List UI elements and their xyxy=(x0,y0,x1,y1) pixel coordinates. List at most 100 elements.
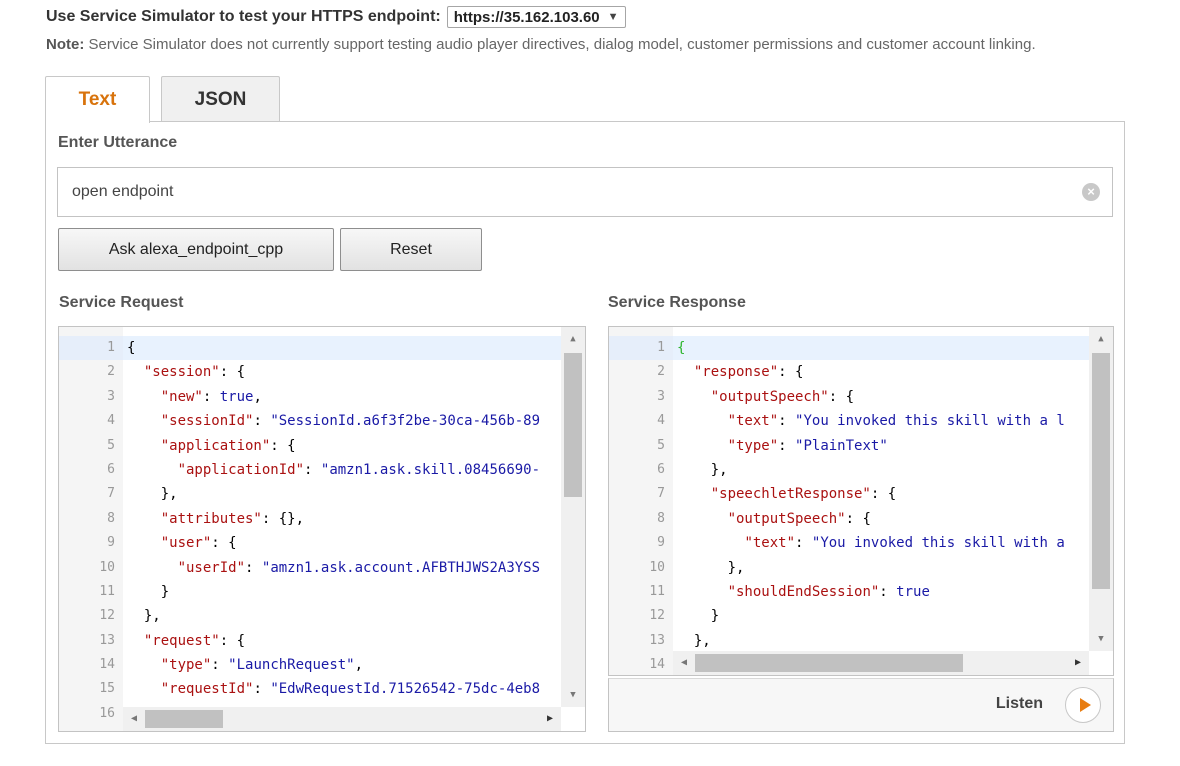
code-line: 6 "applicationId": "amzn1.ask.skill.0845… xyxy=(59,458,585,482)
line-number: 13 xyxy=(99,632,115,648)
code-text: "speechletResponse": { xyxy=(710,486,897,503)
code-text: "outputSpeech": { xyxy=(727,510,871,527)
line-number: 3 xyxy=(657,388,665,404)
code-text: "application": { xyxy=(160,437,296,454)
line-number: 4 xyxy=(657,413,665,429)
code-text: "applicationId": "amzn1.ask.skill.084566… xyxy=(177,461,541,478)
code-text: } xyxy=(127,583,170,600)
scroll-down-icon[interactable]: ▼ xyxy=(1089,629,1113,649)
utterance-input[interactable]: open endpoint × xyxy=(57,167,1113,217)
line-number: 12 xyxy=(649,608,665,624)
line-number: 3 xyxy=(107,388,115,404)
code-line: 14 "type": "LaunchRequest", xyxy=(59,653,585,677)
line-number: 8 xyxy=(657,510,665,526)
listen-button[interactable] xyxy=(1065,687,1101,723)
scroll-up-icon[interactable]: ▲ xyxy=(1089,329,1113,349)
code-line: 6 }, xyxy=(609,458,1113,482)
reset-button[interactable]: Reset xyxy=(340,228,482,271)
horizontal-scrollbar[interactable]: ◀ ▶ xyxy=(673,651,1089,675)
code-line: 15 "requestId": "EdwRequestId.71526542-7… xyxy=(59,677,585,701)
vertical-scrollbar[interactable]: ▲ ▼ xyxy=(561,327,585,707)
code-text: }, xyxy=(127,608,161,625)
code-line: 5 "application": { xyxy=(59,434,585,458)
code-line: 4 "sessionId": "SessionId.a6f3f2be-30ca-… xyxy=(59,409,585,433)
scroll-right-icon[interactable]: ▶ xyxy=(541,707,559,731)
code-text: "outputSpeech": { xyxy=(710,388,855,405)
line-number: 16 xyxy=(99,705,115,721)
listen-bar: Listen xyxy=(608,678,1114,732)
service-request-label: Service Request xyxy=(59,294,184,311)
scroll-thumb[interactable] xyxy=(695,654,963,672)
line-number: 4 xyxy=(107,413,115,429)
code-text: "type": "LaunchRequest", xyxy=(160,657,364,674)
scroll-thumb[interactable] xyxy=(564,353,582,497)
service-response-label: Service Response xyxy=(608,294,746,311)
code-line: 11 } xyxy=(59,580,585,604)
line-number: 15 xyxy=(99,681,115,697)
code-text: }, xyxy=(677,632,711,649)
endpoint-selected-value: https://35.162.103.60 xyxy=(453,8,600,26)
line-number: 6 xyxy=(107,461,115,477)
line-number: 14 xyxy=(99,657,115,673)
note-body: Service Simulator does not currently sup… xyxy=(84,36,1036,53)
code-line: 3 "new": true, xyxy=(59,385,585,409)
code-line: 13 "request": { xyxy=(59,629,585,653)
code-text: "requestId": "EdwRequestId.71526542-75dc… xyxy=(160,681,541,698)
service-request-editor[interactable]: 1{2 "session": {3 "new": true, 4 "session… xyxy=(58,326,586,732)
code-text: "new": true, xyxy=(160,388,262,405)
code-line: 5 "type": "PlainText" xyxy=(609,434,1113,458)
code-line: 11 "shouldEndSession": true xyxy=(609,580,1113,604)
line-number: 1 xyxy=(609,336,673,361)
code-line: 1{ xyxy=(609,336,1113,361)
line-number: 13 xyxy=(649,632,665,648)
line-number: 8 xyxy=(107,510,115,526)
code-line: 10 }, xyxy=(609,556,1113,580)
code-line: 7 "speechletResponse": { xyxy=(609,482,1113,506)
scroll-corner xyxy=(1089,651,1113,675)
listen-label: Listen xyxy=(995,695,1043,712)
horizontal-scrollbar[interactable]: ◀ ▶ xyxy=(123,707,561,731)
code-text: "sessionId": "SessionId.a6f3f2be-30ca-45… xyxy=(160,413,541,430)
code-line: 2 "session": { xyxy=(59,360,585,384)
code-lines: 1{2 "response": {3 "outputSpeech": {4 "t… xyxy=(609,336,1113,675)
code-text: "request": { xyxy=(143,632,246,649)
tab-json[interactable]: JSON xyxy=(161,76,280,122)
scroll-left-icon[interactable]: ◀ xyxy=(125,707,143,731)
clear-circle-icon[interactable]: × xyxy=(1082,183,1100,201)
scroll-left-icon[interactable]: ◀ xyxy=(675,651,693,675)
line-number: 6 xyxy=(657,461,665,477)
endpoint-row: Use Service Simulator to test your HTTPS… xyxy=(46,6,626,28)
scroll-thumb[interactable] xyxy=(1092,353,1110,589)
ask-button[interactable]: Ask alexa_endpoint_cpp xyxy=(58,228,334,271)
scroll-right-icon[interactable]: ▶ xyxy=(1069,651,1087,675)
line-number: 12 xyxy=(99,608,115,624)
vertical-scrollbar[interactable]: ▲ ▼ xyxy=(1089,327,1113,651)
line-number: 5 xyxy=(657,437,665,453)
line-number: 7 xyxy=(657,486,665,502)
code-text: }, xyxy=(127,486,178,503)
play-icon xyxy=(1079,698,1091,712)
scroll-up-icon[interactable]: ▲ xyxy=(561,329,585,349)
code-text: }, xyxy=(677,559,745,576)
code-text: "shouldEndSession": true xyxy=(727,583,930,600)
simulator-panel: Enter Utterance open endpoint × Ask alex… xyxy=(45,121,1125,744)
endpoint-select[interactable]: https://35.162.103.60 ▼ xyxy=(446,6,626,28)
code-text: "response": { xyxy=(693,364,804,381)
line-number: 9 xyxy=(657,535,665,551)
line-number: 10 xyxy=(99,559,115,575)
code-lines: 1{2 "session": {3 "new": true, 4 "session… xyxy=(59,336,585,726)
scroll-down-icon[interactable]: ▼ xyxy=(561,685,585,705)
code-text: "session": { xyxy=(143,364,246,381)
tab-text[interactable]: Text xyxy=(45,76,150,123)
code-line: 7 }, xyxy=(59,482,585,506)
code-text: "attributes": {}, xyxy=(160,510,305,527)
code-line: 2 "response": { xyxy=(609,360,1113,384)
code-line: 13 }, xyxy=(609,629,1113,653)
service-response-editor[interactable]: 1{2 "response": {3 "outputSpeech": {4 "t… xyxy=(608,326,1114,676)
code-text: "userId": "amzn1.ask.account.AFBTHJWS2A3… xyxy=(177,559,541,576)
utterance-label: Enter Utterance xyxy=(58,134,178,151)
code-text: }, xyxy=(677,461,728,478)
code-line: 9 "text": "You invoked this skill with a xyxy=(609,531,1113,555)
scroll-thumb[interactable] xyxy=(145,710,223,728)
line-number: 9 xyxy=(107,535,115,551)
